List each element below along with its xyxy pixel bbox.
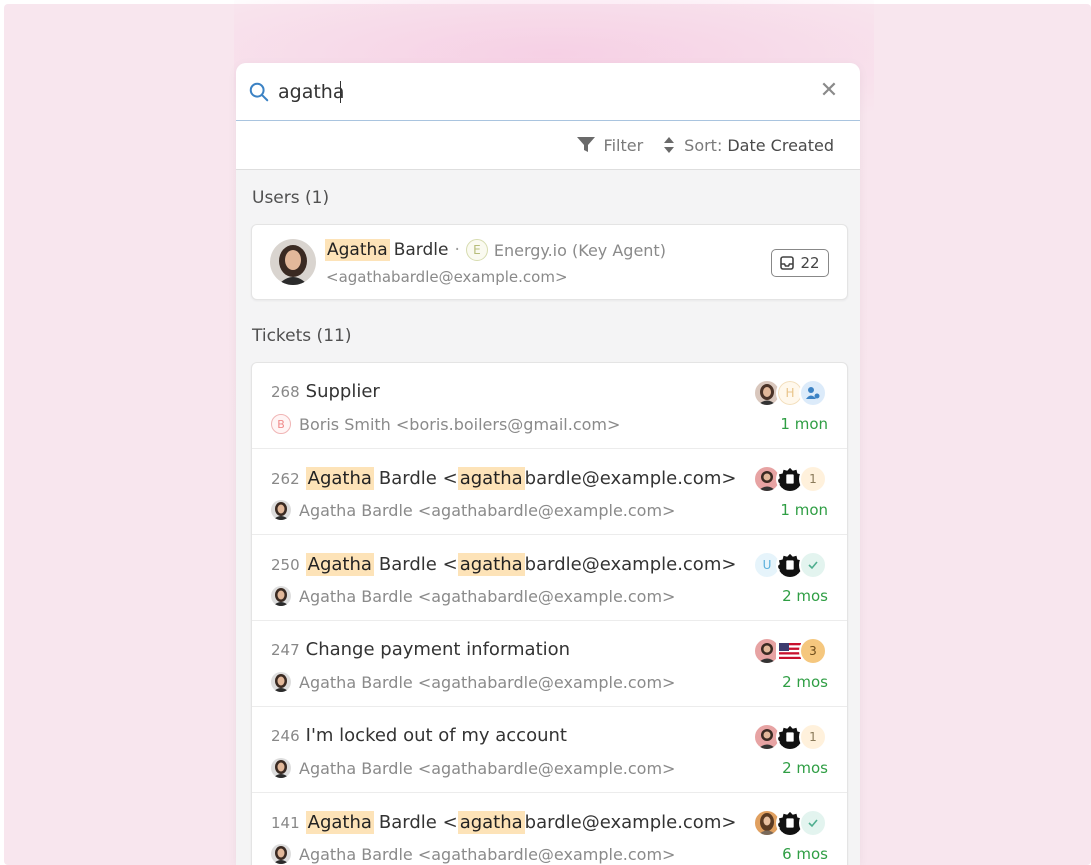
inbox-icon — [780, 256, 795, 270]
avatar — [271, 758, 291, 778]
ticket-age: 2 mos — [782, 673, 828, 691]
count-icon: 3 — [799, 637, 827, 665]
check-icon — [799, 551, 827, 579]
filter-button[interactable]: Filter — [576, 135, 644, 155]
title-part: bardle@example.com> — [524, 812, 737, 833]
ticket-row[interactable]: 246 I'm locked out of my account Agatha … — [252, 707, 847, 793]
ticket-requester-line: B Boris Smith <boris.boilers@gmail.com> — [271, 414, 620, 434]
ticket-id: 247 — [271, 640, 300, 659]
ticket-participants: 1 — [753, 723, 827, 751]
ticket-requester: Agatha Bardle <agathabardle@example.com> — [299, 500, 676, 520]
ticket-participants: 1 — [753, 465, 827, 493]
ticket-requester-line: Agatha Bardle <agathabardle@example.com> — [271, 758, 675, 778]
ticket-row[interactable]: 262 Agatha Bardle < agatha bardle@exampl… — [252, 449, 847, 535]
tickets-list: 268 Supplier B Boris Smith <boris.boiler… — [251, 362, 848, 865]
sort-button[interactable]: Sort: Date Created — [663, 136, 834, 155]
org-initial-icon: E — [465, 239, 488, 261]
ticket-participants: 3 — [753, 637, 827, 665]
user-result[interactable]: Agatha Bardle · E Energy.io (Key Agent) … — [251, 224, 848, 300]
ticket-id: 268 — [271, 382, 300, 401]
close-icon[interactable]: ✕ — [818, 80, 840, 102]
separator-dot: · — [454, 240, 460, 260]
ticket-title-line: 246 I'm locked out of my account — [271, 725, 567, 746]
ticket-row[interactable]: 250 Agatha Bardle < agatha bardle@exampl… — [252, 535, 847, 621]
count-icon: 1 — [799, 465, 827, 493]
ticket-id: 141 — [271, 813, 300, 832]
name-highlight: Agatha — [325, 239, 390, 261]
ticket-requester: Agatha Bardle <agathabardle@example.com> — [299, 844, 676, 864]
users-section-title: Users (1) — [252, 188, 330, 208]
ticket-row[interactable]: 141 Agatha Bardle < agatha bardle@exampl… — [252, 793, 847, 865]
title-highlight: agatha — [457, 811, 525, 834]
ticket-requester-line: Agatha Bardle <agathabardle@example.com> — [271, 844, 675, 864]
search-bar: ✕ — [236, 63, 860, 121]
ticket-age: 1 mon — [780, 501, 828, 519]
title-part: bardle@example.com> — [524, 468, 737, 489]
filter-label: Filter — [603, 135, 644, 155]
search-input[interactable] — [278, 81, 778, 103]
ticket-requester: Agatha Bardle <agathabardle@example.com> — [299, 758, 676, 778]
ticket-requester: Boris Smith <boris.boilers@gmail.com> — [299, 414, 621, 434]
user-last-name: Bardle — [393, 240, 449, 260]
tickets-section-title: Tickets (11) — [252, 326, 352, 346]
title-highlight: agatha — [457, 467, 525, 490]
ticket-title-line: 250 Agatha Bardle < agatha bardle@exampl… — [271, 553, 736, 576]
title-part: bardle@example.com> — [524, 554, 737, 575]
text-caret — [340, 81, 341, 103]
title-highlight: Agatha — [305, 553, 374, 576]
sort-label: Sort: — [684, 135, 723, 155]
ticket-age: 6 mos — [782, 845, 828, 863]
ticket-requester-line: Agatha Bardle <agathabardle@example.com> — [271, 500, 675, 520]
ticket-requester-line: Agatha Bardle <agathabardle@example.com> — [271, 672, 675, 692]
title-highlight: agatha — [457, 553, 525, 576]
title-highlight: Agatha — [305, 467, 374, 490]
assign-user-icon — [799, 379, 827, 407]
ticket-title-line: 141 Agatha Bardle < agatha bardle@exampl… — [271, 811, 736, 834]
user-email: <agathabardle@example.com> — [326, 268, 568, 286]
ticket-title: Supplier — [305, 381, 380, 402]
sort-icon — [664, 137, 675, 153]
avatar — [270, 239, 316, 285]
ticket-participants — [753, 809, 827, 837]
ticket-id: 262 — [271, 469, 300, 488]
avatar — [271, 500, 291, 520]
title-highlight: Agatha — [305, 811, 374, 834]
ticket-age: 1 mon — [780, 415, 828, 433]
funnel-icon — [576, 137, 595, 152]
ticket-requester: Agatha Bardle <agathabardle@example.com> — [299, 672, 676, 692]
ticket-count: 22 — [800, 254, 820, 272]
ticket-id: 250 — [271, 555, 300, 574]
organization-name: Energy.io (Key Agent) — [493, 240, 666, 260]
avatar — [271, 672, 291, 692]
count-icon: 1 — [799, 723, 827, 751]
avatar — [271, 844, 291, 864]
search-icon — [249, 82, 269, 101]
ticket-age: 2 mos — [782, 587, 828, 605]
ticket-title: I'm locked out of my account — [305, 725, 567, 746]
ticket-row[interactable]: 268 Supplier B Boris Smith <boris.boiler… — [252, 363, 847, 449]
ticket-requester: Agatha Bardle <agathabardle@example.com> — [299, 586, 676, 606]
ticket-title-line: 268 Supplier — [271, 381, 380, 402]
avatar — [271, 586, 291, 606]
ticket-participants: H — [753, 379, 827, 407]
title-part: Bardle < — [378, 468, 458, 489]
ticket-participants: U — [753, 551, 827, 579]
ticket-title-line: 247 Change payment information — [271, 639, 570, 660]
check-icon — [799, 809, 827, 837]
title-part: Bardle < — [378, 554, 458, 575]
sort-value: Date Created — [727, 135, 834, 155]
title-part: Bardle < — [378, 812, 458, 833]
ticket-id: 246 — [271, 726, 300, 745]
ticket-title-line: 262 Agatha Bardle < agatha bardle@exampl… — [271, 467, 736, 490]
filter-sort-toolbar: Filter Sort: Date Created — [236, 121, 860, 170]
ticket-age: 2 mos — [782, 759, 828, 777]
search-panel: ✕ Filter Sort: Date Created Users (1) Ag… — [236, 63, 860, 865]
ticket-title: Change payment information — [305, 639, 571, 660]
ticket-row[interactable]: 247 Change payment information Agatha Ba… — [252, 621, 847, 707]
ticket-count-badge[interactable]: 22 — [771, 249, 829, 277]
requester-initial-icon: B — [271, 414, 291, 434]
user-name-line: Agatha Bardle · E Energy.io (Key Agent) — [325, 239, 666, 261]
ticket-requester-line: Agatha Bardle <agathabardle@example.com> — [271, 586, 675, 606]
